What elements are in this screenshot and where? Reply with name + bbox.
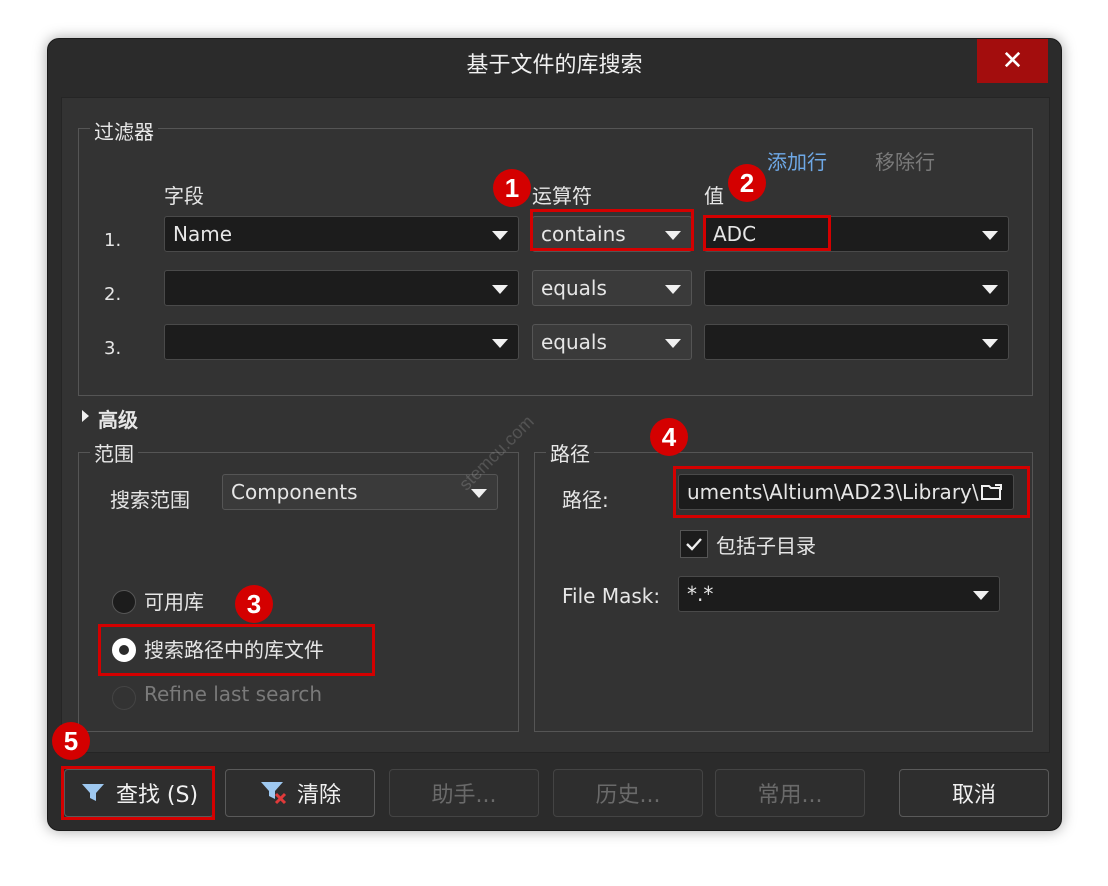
file-mask-label: File Mask:: [562, 584, 661, 608]
clear-filter-icon: [260, 782, 287, 805]
history-button[interactable]: 历史...: [553, 769, 703, 817]
field-combo[interactable]: Name: [164, 216, 519, 252]
path-label: 路径:: [562, 488, 609, 512]
annotation-badge: 2: [728, 164, 766, 202]
favorites-button[interactable]: 常用...: [715, 769, 865, 817]
field-combo[interactable]: [164, 324, 519, 360]
highlight-value: [703, 215, 831, 251]
value-combo[interactable]: [704, 270, 1009, 306]
chevron-down-icon: [492, 339, 508, 348]
chevron-down-icon: [665, 285, 681, 294]
chevron-down-icon: [982, 231, 998, 240]
helper-button[interactable]: 助手...: [389, 769, 539, 817]
include-subdirs-label[interactable]: 包括子目录: [716, 530, 816, 559]
clear-button-label: 清除: [296, 783, 341, 808]
operator-value: equals: [541, 330, 607, 354]
value-header: 值: [704, 184, 724, 208]
remove-row-link[interactable]: 移除行: [875, 146, 935, 175]
refine-last-search-radio[interactable]: [112, 686, 136, 710]
chevron-down-icon: [982, 339, 998, 348]
chevron-down-icon: [492, 231, 508, 240]
highlight-search-button: [61, 766, 215, 820]
close-button[interactable]: ✕: [977, 39, 1048, 83]
operator-combo[interactable]: equals: [532, 324, 692, 360]
operator-combo[interactable]: equals: [532, 270, 692, 306]
include-subdirs-checkbox[interactable]: [680, 530, 708, 558]
add-row-link[interactable]: 添加行: [767, 146, 827, 175]
library-search-dialog: 基于文件的库搜索 ✕ 过滤器 添加行 移除行 字段 运算符 值 1. Name …: [47, 38, 1062, 831]
chevron-down-icon: [492, 285, 508, 294]
highlight-scope-option: [98, 624, 375, 676]
available-libraries-label[interactable]: 可用库: [144, 586, 204, 615]
scope-group-title: 范围: [90, 438, 138, 467]
value-combo[interactable]: [704, 324, 1009, 360]
row-index: 3.: [104, 338, 122, 359]
close-icon: ✕: [1001, 46, 1024, 76]
available-libraries-radio[interactable]: [112, 590, 136, 614]
annotation-badge: 1: [493, 169, 531, 207]
check-icon: [686, 538, 702, 551]
filters-group-title: 过滤器: [90, 116, 158, 145]
chevron-down-icon: [982, 285, 998, 294]
highlight-operator: [530, 209, 694, 251]
advanced-toggle[interactable]: 高级: [98, 404, 138, 433]
search-scope-label: 搜索范围: [110, 488, 190, 512]
field-value: Name: [173, 222, 233, 246]
row-index: 2.: [104, 284, 122, 305]
chevron-down-icon: [665, 339, 681, 348]
file-mask-value: *.*: [687, 582, 714, 606]
field-combo[interactable]: [164, 270, 519, 306]
highlight-path: [673, 466, 1030, 518]
search-scope-value: Components: [231, 480, 358, 504]
annotation-badge: 4: [650, 418, 688, 456]
field-header: 字段: [164, 184, 204, 208]
operator-value: equals: [541, 276, 607, 300]
annotation-badge: 3: [235, 585, 273, 623]
file-mask-combo[interactable]: *.*: [678, 576, 1000, 612]
expand-arrow-icon[interactable]: [82, 410, 89, 422]
path-group-title: 路径: [546, 438, 594, 467]
refine-last-search-label[interactable]: Refine last search: [144, 682, 322, 706]
chevron-down-icon: [973, 591, 989, 600]
row-index: 1.: [104, 230, 122, 251]
cancel-button[interactable]: 取消: [899, 769, 1049, 817]
clear-button[interactable]: 清除: [225, 769, 375, 817]
annotation-badge: 5: [52, 722, 90, 760]
dialog-title: 基于文件的库搜索: [466, 53, 643, 78]
operator-header: 运算符: [532, 184, 592, 208]
